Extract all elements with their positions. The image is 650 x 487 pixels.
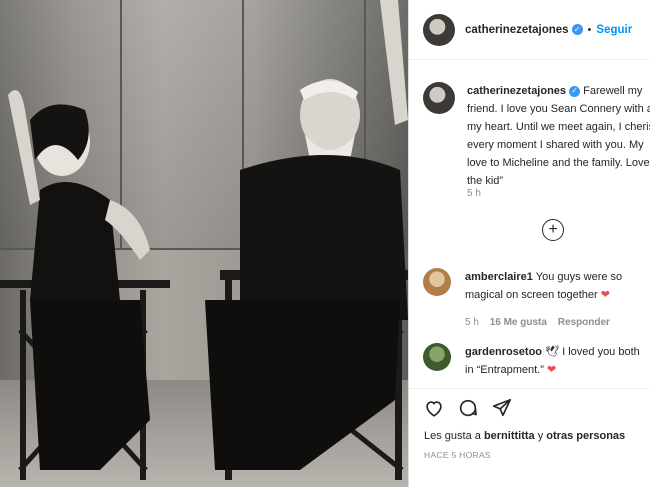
- commenter-avatar[interactable]: [423, 268, 451, 296]
- caption-username[interactable]: catherinezetajones: [467, 85, 566, 97]
- likes-summary: Les gusta a bernittitta y otras personas: [424, 430, 625, 442]
- caption-time[interactable]: 5 h: [467, 188, 481, 199]
- comment-item: gardenrosetoo 🕊 I loved you both in “Ent…: [423, 343, 648, 379]
- verified-icon: ✓: [569, 85, 581, 97]
- comment-username[interactable]: gardenrosetoo: [465, 346, 542, 358]
- header-username[interactable]: catherinezetajones: [465, 24, 569, 36]
- verified-icon: ✓: [571, 24, 583, 35]
- comment-icon[interactable]: [457, 397, 479, 419]
- post-caption: catherinezetajones ✓ Farewell my friend. …: [423, 82, 650, 190]
- caption-text-block: catherinezetajones ✓ Farewell my friend. …: [467, 82, 650, 190]
- share-icon[interactable]: [491, 397, 513, 419]
- likes-user[interactable]: bernittitta: [484, 430, 535, 442]
- reply-button[interactable]: Responder: [558, 317, 610, 328]
- avatar[interactable]: [423, 13, 455, 46]
- red-heart-emoji: ❤: [546, 364, 557, 376]
- caption-avatar[interactable]: [423, 82, 455, 114]
- comment-time[interactable]: 5 h: [465, 317, 479, 328]
- dove-emoji: 🕊: [545, 346, 560, 358]
- red-heart-emoji: ❤: [600, 289, 610, 301]
- add-comments-icon: +: [548, 221, 558, 238]
- photo-people-figure: [0, 0, 408, 480]
- commenter-avatar[interactable]: [423, 343, 451, 371]
- post-photo[interactable]: [0, 0, 408, 487]
- post-age[interactable]: HACE 5 HORAS: [424, 450, 491, 460]
- actions-bar: Les gusta a bernittitta y otras personas…: [409, 388, 650, 487]
- heart-icon[interactable]: [423, 397, 445, 419]
- comment-likes[interactable]: 16 Me gusta: [490, 317, 547, 328]
- follow-button[interactable]: Seguir: [596, 24, 632, 36]
- likes-middle: y: [534, 430, 547, 442]
- comment-item: amberclaire1 You guys were so magical on…: [423, 268, 648, 332]
- comment-username[interactable]: amberclaire1: [465, 271, 533, 283]
- likes-others[interactable]: otras personas: [546, 430, 625, 442]
- load-more-comments-button[interactable]: +: [542, 219, 564, 241]
- likes-prefix: Les gusta a: [424, 430, 484, 442]
- caption-text: Farewell my friend. I love you Sean Conn…: [467, 85, 650, 187]
- separator-dot: •: [587, 23, 592, 36]
- post-header: catherinezetajones ✓ • Seguir: [409, 0, 650, 60]
